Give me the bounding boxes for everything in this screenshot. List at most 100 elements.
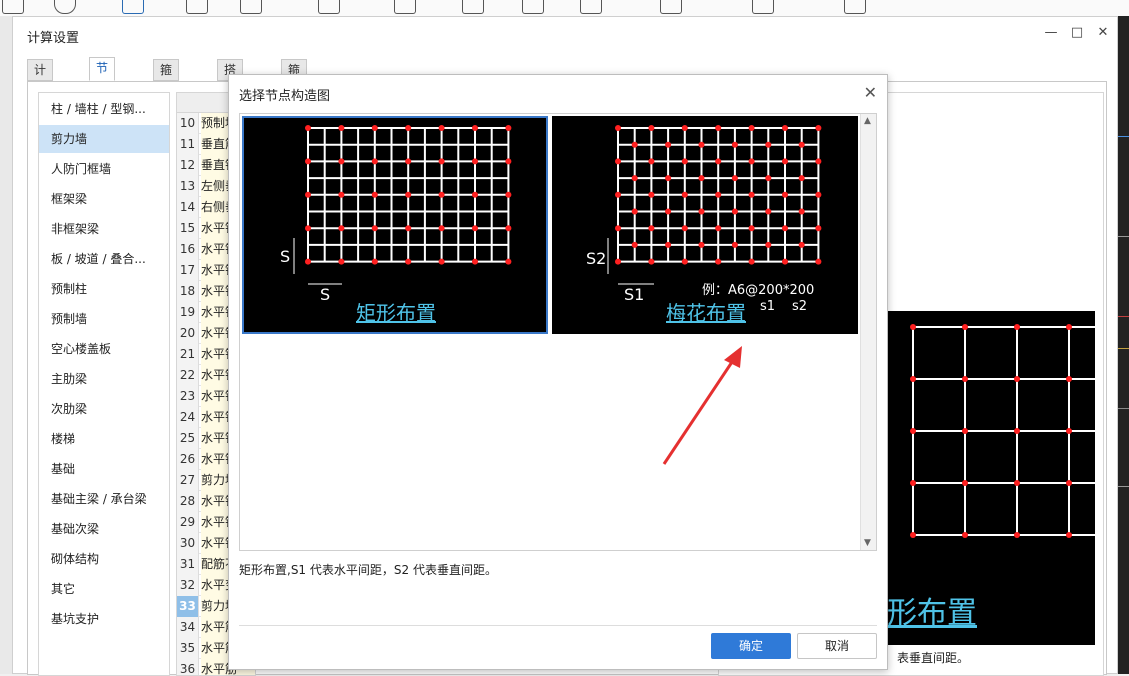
tie-bar-dot: [815, 191, 822, 198]
tie-bar-dot: [338, 158, 345, 165]
category-item[interactable]: 基础: [39, 455, 169, 483]
tie-bar-dot: [472, 225, 478, 232]
toolbar-column-icon[interactable]: [318, 0, 340, 14]
category-item[interactable]: 框架梁: [39, 185, 169, 213]
row-number: 11: [177, 134, 199, 155]
tie-bar-dot: [910, 480, 916, 486]
maximize-button[interactable]: □: [1069, 25, 1085, 41]
option-caption: 矩形布置: [356, 301, 436, 325]
tie-bar-dot: [631, 208, 638, 215]
row-number: 17: [177, 260, 199, 281]
category-item[interactable]: 预制柱: [39, 275, 169, 303]
toolbar-delete-icon[interactable]: [580, 0, 602, 14]
category-item[interactable]: 柱 / 墙柱 / 型钢...: [39, 95, 169, 123]
category-item[interactable]: 预制墙: [39, 305, 169, 333]
tab-stirrup-settings[interactable]: 箍筋设置: [153, 59, 180, 137]
toolbar-settings-icon[interactable]: [752, 0, 774, 14]
tie-bar-dot: [962, 428, 968, 434]
tie-bar-dot: [782, 225, 788, 232]
tie-bar-dot: [715, 258, 722, 265]
tie-bar-dot: [631, 141, 638, 148]
scroll-up-icon[interactable]: ▲: [864, 116, 871, 126]
tie-bar-dot: [472, 191, 478, 198]
row-number: 36: [177, 659, 199, 675]
tie-bar-dot: [438, 191, 445, 198]
tie-bar-dot: [715, 191, 722, 198]
window-title: 计算设置: [27, 31, 80, 46]
tie-bar-dot: [472, 125, 478, 131]
row-number: 23: [177, 386, 199, 407]
tie-bar-dot: [798, 208, 805, 215]
tie-bar-dot: [698, 175, 705, 182]
spacing-label-vertical: S2: [586, 249, 606, 268]
category-item[interactable]: 板 / 坡道 / 叠合...: [39, 245, 169, 273]
category-item[interactable]: 基础次梁: [39, 515, 169, 543]
node-preview-image: 形布置: [887, 311, 1095, 645]
tie-bar-dot: [1014, 376, 1020, 382]
ok-button[interactable]: 确定: [711, 633, 791, 659]
example-spec: 例：A6@200*200: [702, 283, 814, 298]
toolbar-list-icon[interactable]: [522, 0, 544, 14]
toolbar-pen-icon[interactable]: [186, 0, 208, 14]
tie-bar-dot: [438, 125, 445, 131]
tie-bar-dot: [1014, 428, 1020, 434]
dialog-close-icon[interactable]: ✕: [864, 83, 877, 102]
category-item[interactable]: 基坑支护: [39, 605, 169, 633]
tie-bar-dot: [748, 225, 755, 232]
toolbar-tool-icon[interactable]: [2, 0, 24, 14]
category-item[interactable]: 基础主梁 / 承台梁: [39, 485, 169, 513]
close-button[interactable]: ✕: [1095, 25, 1111, 41]
option-rectangular-layout[interactable]: S S 矩形布置: [242, 116, 548, 334]
tie-bar-dot: [405, 258, 412, 265]
tie-bar-dot: [305, 258, 311, 265]
tab-node-settings[interactable]: 节点设置: [89, 57, 116, 135]
category-item[interactable]: 主肋梁: [39, 365, 169, 393]
toolbar-edit-icon[interactable]: [394, 0, 416, 14]
minimize-button[interactable]: —: [1043, 25, 1059, 41]
category-item[interactable]: 非框架梁: [39, 215, 169, 243]
row-number: 29: [177, 512, 199, 533]
toolbar-pen-icon[interactable]: [240, 0, 262, 14]
category-item[interactable]: 砌体结构: [39, 545, 169, 573]
toolbar-layout-icon[interactable]: [660, 0, 682, 14]
tie-bar-dot: [665, 141, 672, 148]
option-quincunx-layout[interactable]: S2 S1 例：A6@200*200 s1 s2 梅花布置: [552, 116, 858, 334]
tie-bar-dot: [782, 191, 788, 198]
gallery-scrollbar[interactable]: ▲ ▼: [860, 114, 876, 550]
tie-bar-dot: [472, 158, 478, 165]
toolbar-grid-icon[interactable]: [844, 0, 866, 14]
tie-bar-dot: [1066, 428, 1072, 434]
category-item[interactable]: 人防门框墙: [39, 155, 169, 183]
row-number: 30: [177, 533, 199, 554]
tie-bar-dot: [681, 225, 688, 232]
tie-bar-dot: [371, 158, 378, 165]
tie-bar-dot: [782, 158, 788, 165]
row-number: 24: [177, 407, 199, 428]
tie-bar-dot: [798, 141, 805, 148]
tie-bar-dot: [648, 258, 655, 265]
category-item[interactable]: 空心楼盖板: [39, 335, 169, 363]
tie-bar-dot: [910, 532, 916, 538]
tie-bar-dot: [748, 158, 755, 165]
scroll-down-icon[interactable]: ▼: [864, 538, 871, 548]
tie-bar-dot: [815, 158, 822, 165]
spacing-label-vertical: S: [280, 247, 290, 266]
tie-bar-dot: [731, 141, 738, 148]
background-app-left-edge: [0, 16, 12, 674]
cancel-button[interactable]: 取消: [797, 633, 877, 659]
category-item[interactable]: 其它: [39, 575, 169, 603]
tab-calc-rules[interactable]: 计算规则: [27, 59, 54, 137]
toolbar-list-icon[interactable]: [462, 0, 484, 14]
row-number: 18: [177, 281, 199, 302]
tie-bar-dot: [615, 258, 621, 265]
category-item[interactable]: 剪力墙: [39, 125, 169, 153]
tie-bar-dot: [765, 141, 772, 148]
tie-bar-dot: [962, 324, 968, 330]
category-item[interactable]: 次肋梁: [39, 395, 169, 423]
toolbar-tool-icon[interactable]: [122, 0, 144, 14]
tie-bar-dot: [1066, 376, 1072, 382]
example-s2-label: s2: [792, 299, 807, 314]
toolbar-add-icon[interactable]: [54, 0, 76, 14]
tie-bar-dot: [338, 258, 345, 265]
category-item[interactable]: 楼梯: [39, 425, 169, 453]
